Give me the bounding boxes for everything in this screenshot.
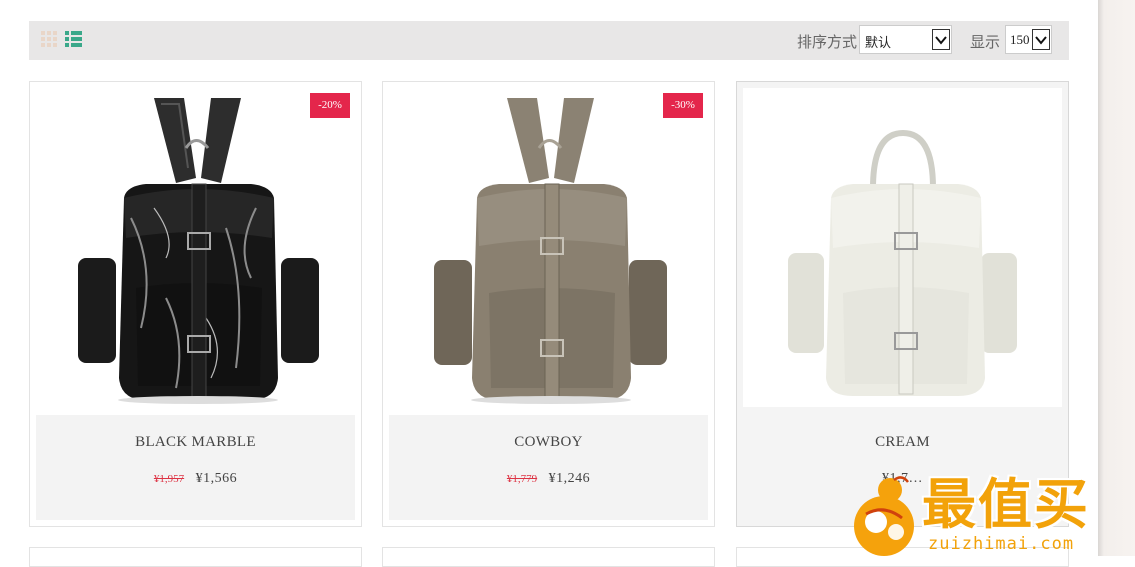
page-right-shadow <box>1098 0 1135 556</box>
product-prices: ¥1,957 ¥1,566 <box>36 471 355 487</box>
product-image[interactable] <box>36 88 355 407</box>
sort-select-value: 默认 <box>865 36 892 51</box>
product-name[interactable]: BLACK MARBLE <box>36 434 355 451</box>
page-size-select[interactable]: 150 <box>1005 25 1052 54</box>
product-card[interactable]: -30% COWBOY ¥1,779 ¥1,246 <box>382 81 715 527</box>
sale-price: ¥1,566 <box>195 471 238 486</box>
watermark-url: zuizhimai.com <box>928 534 1075 554</box>
product-image[interactable] <box>389 88 708 407</box>
product-card[interactable]: -20% BLACK MARBLE ¥1,957 ¥1,566 <box>29 81 362 527</box>
list-view-icon[interactable] <box>65 31 82 48</box>
gourd-mascot-icon <box>854 476 914 556</box>
product-card-next-row[interactable] <box>29 547 362 567</box>
chevron-down-icon[interactable] <box>932 29 950 50</box>
product-prices: ¥1,779 ¥1,246 <box>389 471 708 487</box>
watermark-logo: 最值买 zuizhimai.com <box>846 474 1135 556</box>
sale-price: ¥1,246 <box>548 471 591 486</box>
product-name[interactable]: COWBOY <box>389 434 708 451</box>
product-toolbar: 排序方式 默认 显示 150 <box>29 21 1069 60</box>
grid-view-icon[interactable] <box>41 31 58 48</box>
sort-label: 排序方式 <box>797 33 858 51</box>
chevron-down-icon[interactable] <box>1032 29 1050 50</box>
discount-badge: -30% <box>663 93 703 118</box>
sort-select[interactable]: 默认 <box>859 25 952 54</box>
page-size-value: 150 <box>1010 32 1030 47</box>
original-price: ¥1,779 <box>506 473 538 485</box>
product-name[interactable]: CREAM <box>743 434 1062 451</box>
product-image[interactable] <box>743 88 1062 407</box>
show-label: 显示 <box>970 33 1001 51</box>
original-price: ¥1,957 <box>153 473 185 485</box>
product-info: COWBOY ¥1,779 ¥1,246 <box>389 415 708 520</box>
product-card-next-row[interactable] <box>382 547 715 567</box>
discount-badge: -20% <box>310 93 350 118</box>
watermark-title: 最值买 <box>922 473 1090 536</box>
product-card[interactable]: CREAM ¥1,7… <box>736 81 1069 527</box>
product-info: BLACK MARBLE ¥1,957 ¥1,566 <box>36 415 355 520</box>
